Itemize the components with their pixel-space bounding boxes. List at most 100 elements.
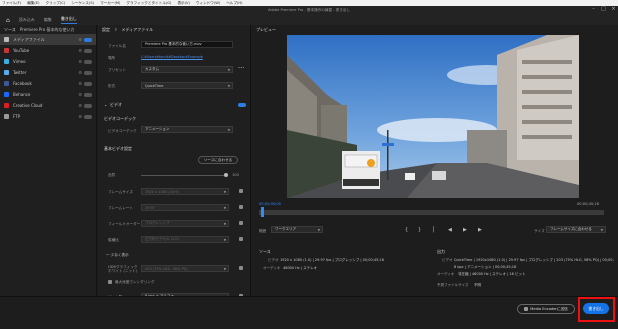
maximize-icon[interactable]: □ <box>600 6 607 13</box>
range-value: ワークエリア <box>275 227 296 231</box>
frame-size-checkbox[interactable] <box>239 189 243 193</box>
export-button[interactable]: 書き出し <box>583 303 609 314</box>
gear-icon[interactable]: ⚙ <box>78 37 82 42</box>
gear-icon[interactable]: ⚙ <box>78 59 82 64</box>
frame-size-dropdown[interactable]: 1920 x 1080 (16:9) ▼ <box>141 188 229 195</box>
destination-item[interactable]: Facebook ⚙ <box>0 78 96 89</box>
video-section-chevron-icon[interactable]: ⌄ <box>104 102 107 107</box>
filename-input[interactable]: Premiere Pro 基本的な使い方.mov <box>141 41 233 48</box>
menu-file[interactable]: ファイル(F) <box>2 1 21 6</box>
menu-view[interactable]: 表示(V) <box>177 1 189 6</box>
gear-icon[interactable]: ⚙ <box>78 48 82 53</box>
destination-label: メディアファイル <box>13 36 45 42</box>
destination-toggle[interactable] <box>84 114 92 119</box>
destination-item[interactable]: Behance ⚙ <box>0 89 96 100</box>
menu-marker[interactable]: マーカー(M) <box>100 1 120 6</box>
size-dropdown[interactable]: フレームサイズに合わせる ▼ <box>546 226 606 233</box>
preset-dropdown[interactable]: カスタム ▼ <box>141 66 233 73</box>
destination-toggle[interactable] <box>84 59 92 64</box>
send-to-media-encoder-button[interactable]: Media Encoderに送信 <box>517 304 575 314</box>
basic-video-section-title: 基本ビデオ設定 <box>104 146 132 151</box>
mark-icon[interactable]: ⎮ <box>432 227 435 233</box>
tab-edit[interactable]: 編集 <box>44 17 52 23</box>
step-back-icon[interactable]: ◀ <box>448 227 452 233</box>
aspect-dropdown[interactable]: 正方形ピクセル (1.0) ▼ <box>141 236 229 243</box>
menu-clip[interactable]: クリップ(C) <box>46 1 66 6</box>
gear-icon[interactable]: ⚙ <box>78 114 82 119</box>
gear-icon[interactable]: ⚙ <box>78 70 82 75</box>
playhead[interactable] <box>261 207 264 217</box>
destination-item[interactable]: YouTube ⚙ <box>0 45 96 56</box>
destination-item[interactable]: メディアファイル ⚙ <box>0 34 96 45</box>
destination-label: Creative Cloud <box>13 103 43 108</box>
format-dropdown[interactable]: QuickTime ▼ <box>141 82 233 89</box>
field-order-dropdown[interactable]: プログレッシブ ▼ <box>141 220 229 227</box>
hdr-dropdown[interactable]: 203 (75% HLG, 58% PQ) ▼ <box>141 265 229 272</box>
chevron-down-icon: ▼ <box>223 189 226 194</box>
preview-header: プレビュー <box>252 25 618 34</box>
range-label: 範囲 <box>259 229 267 233</box>
frame-rate-label: フレームレート <box>108 206 134 210</box>
menu-sequence[interactable]: シーケンス(S) <box>71 1 94 6</box>
quality-slider[interactable] <box>141 175 227 176</box>
tab-import[interactable]: 読み込み <box>19 17 35 23</box>
destination-toggle[interactable] <box>84 70 92 75</box>
tab-export[interactable]: 書き出し <box>60 16 77 24</box>
codec-section-title: ビデオコーデック <box>104 116 136 121</box>
gear-icon[interactable]: ⚙ <box>78 92 82 97</box>
size-label: サイズ <box>534 229 545 233</box>
destination-item[interactable]: Vimeo ⚙ <box>0 56 96 67</box>
destination-toggle[interactable] <box>84 81 92 86</box>
chevron-down-icon: ▼ <box>223 237 226 242</box>
location-link[interactable]: C:¥Users¥tomik¥Desktop¥Example <box>141 55 203 59</box>
chevron-down-icon: ▼ <box>317 227 320 232</box>
home-icon[interactable]: ⌂ <box>6 17 10 24</box>
destination-item[interactable]: FTP ⚙ <box>0 111 96 122</box>
step-forward-icon[interactable]: ▶ <box>478 227 482 233</box>
menu-graphics[interactable]: グラフィックとタイトル(G) <box>126 1 171 6</box>
max-depth-checkbox[interactable] <box>108 280 112 284</box>
frame-rate-dropdown[interactable]: 29.97 ▼ <box>141 204 229 211</box>
gear-icon[interactable]: ⚙ <box>78 103 82 108</box>
gear-icon[interactable]: ⚙ <box>78 81 82 86</box>
destination-label: Twitter <box>13 70 27 75</box>
settings-panel: 設定 ⇪ メディアファイル ファイル名 Premiere Pro 基本的な使い方… <box>98 25 251 300</box>
destination-item[interactable]: Creative Cloud ⚙ <box>0 100 96 111</box>
output-info-heading: 出力 <box>437 249 445 254</box>
destination-label: Facebook <box>13 81 32 86</box>
upload-icon: ⇪ <box>114 27 118 32</box>
range-dropdown[interactable]: ワークエリア ▼ <box>271 226 323 233</box>
go-to-out-icon[interactable]: } <box>418 227 421 233</box>
preset-more-icon[interactable]: ••• <box>238 66 244 70</box>
codec-dropdown[interactable]: アニメーション ▼ <box>141 126 233 133</box>
timecode-start[interactable]: 00;00;00;00 <box>259 202 281 206</box>
field-order-checkbox[interactable] <box>239 221 243 225</box>
menu-window[interactable]: ウィンドウ(W) <box>196 1 220 6</box>
close-icon[interactable]: × <box>610 6 617 13</box>
aspect-value: 正方形ピクセル (1.0) <box>145 237 179 241</box>
source-panel-header: ソース Premiere Pro 基本的な使い方 <box>0 25 96 34</box>
frame-rate-value: 29.97 <box>145 205 156 210</box>
aspect-checkbox[interactable] <box>239 237 243 241</box>
destination-toggle[interactable] <box>84 37 92 42</box>
minimize-icon[interactable]: – <box>590 6 597 13</box>
destination-item[interactable]: Twitter ⚙ <box>0 67 96 78</box>
video-toggle[interactable] <box>238 103 246 107</box>
video-preview <box>287 35 579 198</box>
destination-toggle[interactable] <box>84 103 92 108</box>
preview-scrubber[interactable] <box>259 210 604 215</box>
match-source-button[interactable]: ソースに合わせる <box>198 156 238 164</box>
chevron-down-icon: ▼ <box>223 221 226 226</box>
quality-slider-handle[interactable] <box>224 173 228 177</box>
frame-rate-checkbox[interactable] <box>239 205 243 209</box>
menu-help[interactable]: ヘルプ(H) <box>226 1 242 6</box>
play-icon[interactable]: ▶ <box>463 227 467 233</box>
hdr-checkbox[interactable] <box>239 266 243 270</box>
filesize-label: 予測ファイルサイズ <box>437 283 469 287</box>
menu-edit[interactable]: 編集(E) <box>27 1 39 6</box>
filename-label: ファイル名 <box>108 44 126 48</box>
go-to-in-icon[interactable]: { <box>405 227 408 233</box>
show-less-toggle[interactable]: 一 少なく表示 <box>106 253 129 258</box>
destination-toggle[interactable] <box>84 48 92 53</box>
destination-toggle[interactable] <box>84 92 92 97</box>
